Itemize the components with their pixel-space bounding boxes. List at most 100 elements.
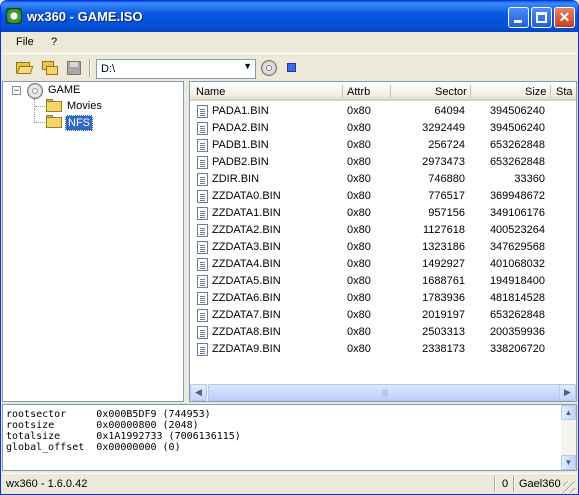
- disc-icon: [27, 83, 43, 99]
- cell-name: ZDIR.BIN: [212, 173, 260, 185]
- vertical-scrollbar[interactable]: ▲ ▼: [561, 405, 576, 470]
- cell-sector: 1688761: [422, 275, 465, 287]
- save-icon[interactable]: [64, 58, 84, 78]
- file-icon: [197, 343, 208, 356]
- file-icon: [197, 173, 208, 186]
- table-row[interactable]: ZDIR.BIN 0x80 746880 33360: [190, 171, 576, 188]
- menu-help[interactable]: ?: [51, 36, 57, 48]
- disc-icon[interactable]: [259, 58, 279, 78]
- folders-icon[interactable]: [40, 58, 60, 78]
- folder-open-icon[interactable]: [14, 58, 34, 78]
- column-attrib[interactable]: Attrb: [347, 86, 370, 98]
- tree-item-movies[interactable]: Movies: [67, 100, 102, 112]
- table-row[interactable]: ZZDATA5.BIN 0x80 1688761 194918400: [190, 273, 576, 290]
- cell-attrib: 0x80: [347, 309, 371, 321]
- collapse-icon[interactable]: −: [12, 86, 21, 95]
- cell-name: PADA1.BIN: [212, 105, 269, 117]
- table-row[interactable]: PADA1.BIN 0x80 64094 394506240: [190, 103, 576, 120]
- tree-item-game[interactable]: GAME: [48, 84, 80, 96]
- cell-sector: 957156: [428, 207, 465, 219]
- cell-size: 653262848: [489, 156, 545, 168]
- table-row[interactable]: ZZDATA6.BIN 0x80 1783936 481814528: [190, 290, 576, 307]
- cell-name: ZZDATA0.BIN: [212, 190, 281, 202]
- table-row[interactable]: ZZDATA4.BIN 0x80 1492927 401068032: [190, 256, 576, 273]
- cell-attrib: 0x80: [347, 122, 371, 134]
- cell-sector: 2019197: [422, 309, 465, 321]
- file-rows: PADA1.BIN 0x80 64094 394506240 PADA2.BIN 0x80…: [190, 103, 576, 358]
- console-line: rootsize 0x00000800 (2048): [6, 420, 199, 431]
- drive-value: D:\: [101, 63, 116, 75]
- cell-sector: 64094: [434, 105, 465, 117]
- file-icon: [197, 292, 208, 305]
- minimize-button[interactable]: [508, 7, 529, 28]
- file-icon: [197, 224, 208, 237]
- column-sector[interactable]: Sector: [435, 86, 467, 98]
- file-icon: [197, 309, 208, 322]
- scroll-thumb[interactable]: |||: [208, 384, 562, 401]
- table-row[interactable]: ZZDATA9.BIN 0x80 2338173 338206720: [190, 341, 576, 358]
- cell-sector: 1323186: [422, 241, 465, 253]
- maximize-button[interactable]: [531, 7, 552, 28]
- status-version: wx360 - 1.6.0.42: [6, 478, 88, 490]
- cell-sector: 1783936: [422, 292, 465, 304]
- cell-attrib: 0x80: [347, 224, 371, 236]
- file-icon: [197, 241, 208, 254]
- table-row[interactable]: ZZDATA3.BIN 0x80 1323186 347629568: [190, 239, 576, 256]
- file-icon: [197, 139, 208, 152]
- title-bar[interactable]: wx360 - GAME.ISO ✕: [1, 1, 578, 32]
- cell-size: 400523264: [489, 224, 545, 236]
- list-header: Name Attrb Sector Size Sta: [190, 82, 576, 101]
- cell-name: ZZDATA4.BIN: [212, 258, 281, 270]
- cell-size: 394506240: [489, 122, 545, 134]
- table-row[interactable]: PADB1.BIN 0x80 256724 653262848: [190, 137, 576, 154]
- file-list[interactable]: Name Attrb Sector Size Sta PADA1.BIN 0x80…: [189, 81, 577, 402]
- cell-name: PADB1.BIN: [212, 139, 269, 151]
- cell-attrib: 0x80: [347, 156, 371, 168]
- cell-name: ZZDATA9.BIN: [212, 343, 281, 355]
- stop-icon[interactable]: [282, 58, 302, 78]
- cell-attrib: 0x80: [347, 275, 371, 287]
- toolbar-separator: [89, 59, 91, 77]
- column-status[interactable]: Sta: [556, 86, 573, 98]
- scroll-right-button[interactable]: ▶: [559, 384, 576, 401]
- close-button[interactable]: ✕: [554, 7, 575, 28]
- cell-attrib: 0x80: [347, 343, 371, 355]
- cell-size: 33360: [514, 173, 545, 185]
- table-row[interactable]: ZZDATA1.BIN 0x80 957156 349106176: [190, 205, 576, 222]
- cell-attrib: 0x80: [347, 139, 371, 151]
- file-icon: [197, 105, 208, 118]
- table-row[interactable]: ZZDATA0.BIN 0x80 776517 369948672: [190, 188, 576, 205]
- status-count: 0: [502, 478, 509, 490]
- column-size[interactable]: Size: [525, 86, 546, 98]
- table-row[interactable]: PADA2.BIN 0x80 3292449 394506240: [190, 120, 576, 137]
- folder-open-icon: [46, 115, 63, 128]
- cell-attrib: 0x80: [347, 241, 371, 253]
- scroll-left-button[interactable]: ◀: [190, 384, 207, 401]
- table-row[interactable]: PADB2.BIN 0x80 2973473 653262848: [190, 154, 576, 171]
- minimize-icon: [514, 20, 522, 23]
- menu-file[interactable]: File: [16, 36, 34, 48]
- column-name[interactable]: Name: [196, 86, 225, 98]
- table-row[interactable]: ZZDATA8.BIN 0x80 2503313 200359936: [190, 324, 576, 341]
- cell-sector: 3292449: [422, 122, 465, 134]
- folder-tree[interactable]: − GAME Movies NFS: [2, 81, 184, 402]
- window-title: wx360 - GAME.ISO: [27, 9, 143, 24]
- info-console[interactable]: rootsector 0x000B5DF9 (744953) rootsize 0…: [2, 404, 577, 471]
- cell-sector: 1492927: [422, 258, 465, 270]
- file-icon: [197, 207, 208, 220]
- cell-size: 394506240: [489, 105, 545, 117]
- cell-sector: 2503313: [422, 326, 465, 338]
- app-window: wx360 - GAME.ISO ✕ File ? D:\ ▼ − GAME M…: [0, 0, 579, 495]
- chevron-down-icon[interactable]: ▼: [243, 61, 252, 71]
- drive-select[interactable]: D:\ ▼: [96, 59, 256, 79]
- resize-grip[interactable]: [563, 481, 575, 493]
- tree-item-nfs[interactable]: NFS: [65, 115, 93, 131]
- cell-attrib: 0x80: [347, 190, 371, 202]
- table-row[interactable]: ZZDATA7.BIN 0x80 2019197 653262848: [190, 307, 576, 324]
- horizontal-scrollbar[interactable]: ◀ ||| ▶: [190, 384, 576, 401]
- file-icon: [197, 156, 208, 169]
- cell-sector: 746880: [428, 173, 465, 185]
- table-row[interactable]: ZZDATA2.BIN 0x80 1127618 400523264: [190, 222, 576, 239]
- scroll-up-button[interactable]: ▲: [561, 405, 576, 420]
- scroll-down-button[interactable]: ▼: [561, 455, 576, 470]
